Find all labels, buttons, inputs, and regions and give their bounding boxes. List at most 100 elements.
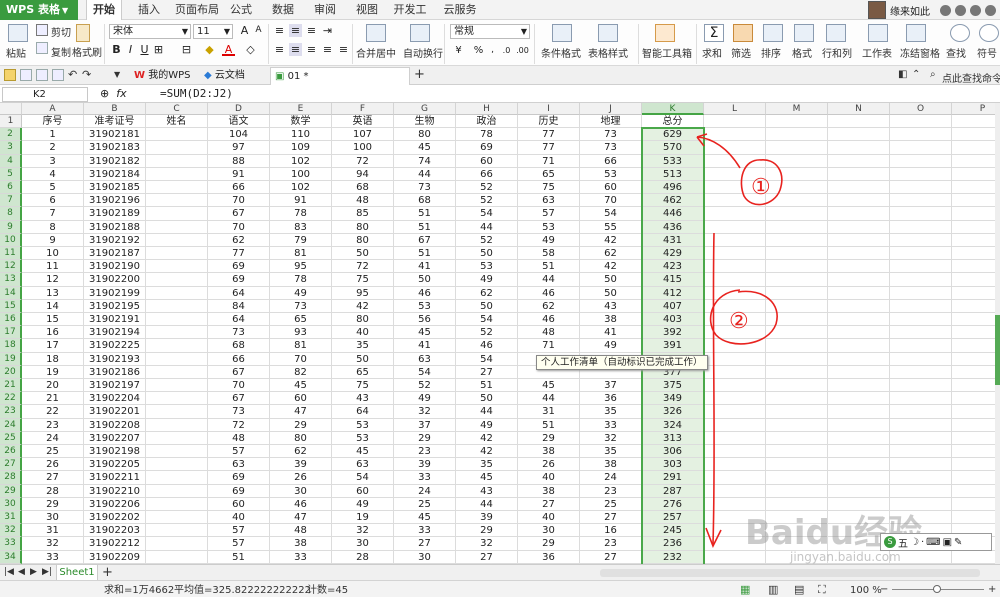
table-cell[interactable]: 43 [332, 392, 394, 406]
ime-skin-icon[interactable]: ▣ [943, 537, 952, 548]
table-cell[interactable]: 72 [332, 154, 394, 168]
table-cell[interactable] [146, 260, 208, 274]
table-cell[interactable] [766, 326, 828, 340]
table-cell[interactable] [766, 233, 828, 247]
decrease-decimal-icon[interactable]: .00 [516, 44, 529, 57]
table-cell[interactable]: 232 [642, 550, 704, 564]
table-cell[interactable]: 54 [456, 352, 518, 366]
table-cell[interactable]: 51 [208, 550, 270, 564]
cut-icon[interactable] [36, 24, 48, 36]
table-cell[interactable]: 53 [518, 220, 580, 234]
table-cell[interactable]: 31902201 [84, 405, 146, 419]
table-cell[interactable] [890, 326, 952, 340]
merge-center-icon[interactable] [366, 24, 386, 42]
underline-button[interactable]: U [138, 43, 151, 56]
table-cell[interactable]: 43 [580, 299, 642, 313]
indent-icon[interactable]: ⇥ [321, 24, 334, 37]
table-cell[interactable]: 50 [394, 273, 456, 287]
table-cell[interactable] [828, 484, 890, 498]
table-cell[interactable] [766, 181, 828, 195]
table-cell[interactable]: 31902206 [84, 497, 146, 511]
header-cell[interactable]: 总分 [642, 115, 704, 129]
table-cell[interactable]: 100 [270, 167, 332, 181]
print-preview-icon[interactable] [52, 69, 64, 81]
collapse-ribbon-icon[interactable]: ⌃ [912, 69, 920, 80]
table-cell[interactable] [890, 233, 952, 247]
table-cell[interactable] [890, 497, 952, 511]
table-cell[interactable]: 49 [456, 418, 518, 432]
smart-tools-icon[interactable] [655, 24, 675, 42]
table-cell[interactable] [146, 352, 208, 366]
table-cell[interactable]: 46 [270, 497, 332, 511]
table-cell[interactable]: 24 [394, 484, 456, 498]
table-cell[interactable]: 67 [394, 233, 456, 247]
table-cell[interactable]: 25 [394, 497, 456, 511]
table-cell[interactable] [766, 550, 828, 564]
merge-cells-icon[interactable]: ⊟ [180, 43, 193, 56]
tab-cloud-docs[interactable]: ◆ 云文档 [200, 67, 266, 85]
table-cell[interactable]: 52 [456, 326, 518, 340]
table-cell[interactable]: 62 [456, 286, 518, 300]
sort-icon[interactable] [763, 24, 783, 42]
table-cell[interactable]: 38 [518, 445, 580, 459]
table-cell[interactable]: 291 [642, 471, 704, 485]
table-cell[interactable]: 236 [642, 537, 704, 551]
grow-font-icon[interactable]: A [238, 24, 251, 37]
table-cell[interactable] [766, 392, 828, 406]
table-cell[interactable]: 31902211 [84, 471, 146, 485]
row-header[interactable]: 25 [0, 431, 22, 445]
table-cell[interactable] [704, 299, 766, 313]
table-cell[interactable]: 31902209 [84, 550, 146, 564]
table-cell[interactable] [766, 352, 828, 366]
table-cell[interactable]: 533 [642, 154, 704, 168]
table-cell[interactable] [828, 247, 890, 261]
table-cell[interactable]: 64 [208, 313, 270, 327]
table-cell[interactable]: 349 [642, 392, 704, 406]
table-cell[interactable] [704, 313, 766, 327]
table-cell[interactable]: 31902199 [84, 286, 146, 300]
table-cell[interactable] [146, 167, 208, 181]
table-cell[interactable] [828, 299, 890, 313]
table-cell[interactable]: 62 [270, 445, 332, 459]
header-cell[interactable] [952, 115, 995, 129]
table-cell[interactable] [828, 313, 890, 327]
row-header[interactable]: 23 [0, 405, 22, 419]
table-cell[interactable]: 81 [270, 247, 332, 261]
table-cell[interactable]: 496 [642, 181, 704, 195]
column-header[interactable]: K [642, 103, 704, 115]
table-cell[interactable] [828, 352, 890, 366]
table-cell[interactable]: 23 [394, 445, 456, 459]
table-cell[interactable]: 1 [22, 128, 84, 142]
menu-tab[interactable]: 审阅 [310, 0, 340, 20]
row-header[interactable]: 15 [0, 299, 22, 313]
table-cell[interactable]: 62 [208, 233, 270, 247]
table-cell[interactable]: 30 [270, 484, 332, 498]
table-cell[interactable]: 31902210 [84, 484, 146, 498]
table-cell[interactable] [704, 326, 766, 340]
help-search-link[interactable]: 点此查找命令 [942, 70, 1000, 85]
table-cell[interactable]: 21 [22, 392, 84, 406]
table-cell[interactable]: 27 [456, 365, 518, 379]
table-cell[interactable]: 88 [208, 154, 270, 168]
table-cell[interactable]: 43 [456, 484, 518, 498]
help-icon[interactable] [955, 4, 966, 16]
header-cell[interactable]: 准考证号 [84, 115, 146, 129]
table-cell[interactable]: 19 [22, 365, 84, 379]
row-header[interactable]: 21 [0, 379, 22, 393]
worksheet-icon[interactable] [868, 24, 888, 42]
menu-tab[interactable]: 公式 [226, 0, 256, 20]
table-cell[interactable]: 6 [22, 194, 84, 208]
table-cell[interactable] [952, 181, 995, 195]
table-cell[interactable]: 12 [22, 273, 84, 287]
column-header[interactable]: J [580, 103, 642, 115]
table-cell[interactable]: 80 [270, 431, 332, 445]
table-cell[interactable] [704, 233, 766, 247]
table-cell[interactable]: 95 [332, 286, 394, 300]
table-cell[interactable]: 38 [270, 537, 332, 551]
row-header[interactable]: 4 [0, 154, 22, 168]
table-cell[interactable]: 60 [580, 181, 642, 195]
table-cell[interactable]: 47 [270, 511, 332, 525]
table-cell[interactable] [766, 537, 828, 551]
table-cell[interactable]: 63 [332, 458, 394, 472]
table-cell[interactable]: 39 [270, 458, 332, 472]
